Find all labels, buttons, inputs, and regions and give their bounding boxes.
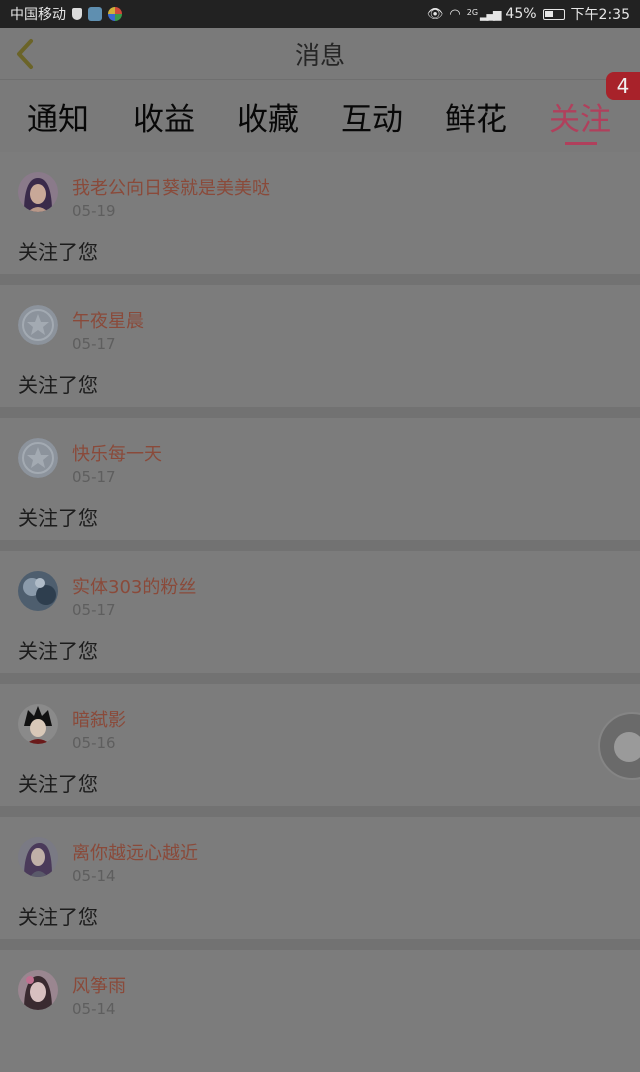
avatar[interactable] xyxy=(18,172,58,212)
tab-earnings[interactable]: 收益 xyxy=(120,94,208,139)
message-date: 05-14 xyxy=(72,867,116,885)
message-text: 关注了您 xyxy=(18,905,98,929)
divider xyxy=(0,540,640,551)
divider xyxy=(0,939,640,950)
status-bar: 中国移动 👁 ◠ 2G ▂▄▆ 45% 下午2:35 xyxy=(0,0,640,28)
tab-notifications[interactable]: 通知 xyxy=(14,94,102,139)
carrier-label: 中国移动 xyxy=(10,7,66,23)
list-item[interactable]: 暗弑影 05-16 关注了您 xyxy=(0,684,640,806)
app-icon xyxy=(108,7,122,21)
header: 消息 xyxy=(0,28,640,80)
message-date: 05-17 xyxy=(72,601,116,619)
avatar[interactable] xyxy=(18,305,58,345)
list-item[interactable]: 午夜星晨 05-17 关注了您 xyxy=(0,285,640,407)
divider xyxy=(0,806,640,817)
network-type-label: 2G xyxy=(466,8,479,17)
chevron-left-icon xyxy=(17,39,33,69)
list-item[interactable]: 实体303的粉丝 05-17 关注了您 xyxy=(0,551,640,673)
eye-icon: 👁 xyxy=(426,6,444,22)
avatar[interactable] xyxy=(18,571,58,611)
battery-icon xyxy=(542,8,565,20)
sender-name[interactable]: 暗弑影 xyxy=(72,706,126,732)
tab-follows[interactable]: 关注 xyxy=(536,94,624,139)
avatar[interactable] xyxy=(18,837,58,877)
app-icon xyxy=(88,7,102,21)
avatar[interactable] xyxy=(18,970,58,1010)
tab-flowers[interactable]: 鲜花 xyxy=(432,94,520,139)
tab-interactions[interactable]: 互动 xyxy=(328,94,416,139)
tab-bar: 通知 收益 收藏 互动 鲜花 关注 xyxy=(0,80,640,148)
divider xyxy=(0,274,640,285)
list-item[interactable]: 我老公向日葵就是美美哒 05-19 关注了您 xyxy=(0,152,640,274)
list-item[interactable]: 风筝雨 05-14 xyxy=(0,950,640,1072)
divider xyxy=(0,407,640,418)
page-title: 消息 xyxy=(294,40,345,70)
message-text: 关注了您 xyxy=(18,506,98,530)
list-item[interactable]: 离你越远心越近 05-14 关注了您 xyxy=(0,817,640,939)
message-date: 05-14 xyxy=(72,1000,116,1018)
avatar[interactable] xyxy=(18,438,58,478)
clock: 下午2:35 xyxy=(570,7,630,23)
message-date: 05-16 xyxy=(72,734,116,752)
message-date: 05-17 xyxy=(72,468,116,486)
notification-icon xyxy=(72,8,82,20)
message-date: 05-19 xyxy=(72,202,116,220)
assist-knob xyxy=(614,732,640,762)
unread-badge: 4 xyxy=(606,72,640,100)
message-date: 05-17 xyxy=(72,335,116,353)
message-text: 关注了您 xyxy=(18,639,98,663)
tab-favorites[interactable]: 收藏 xyxy=(224,94,312,139)
divider xyxy=(0,673,640,684)
signal-icon: ▂▄▆ xyxy=(480,7,501,21)
back-button[interactable] xyxy=(8,36,42,72)
active-tab-indicator xyxy=(565,142,597,145)
sender-name[interactable]: 风筝雨 xyxy=(72,972,126,998)
list-item[interactable]: 快乐每一天 05-17 关注了您 xyxy=(0,418,640,540)
avatar[interactable] xyxy=(18,704,58,744)
message-text: 关注了您 xyxy=(18,373,98,397)
sender-name[interactable]: 离你越远心越近 xyxy=(72,839,198,865)
message-text: 关注了您 xyxy=(18,772,98,796)
sender-name[interactable]: 快乐每一天 xyxy=(72,440,162,466)
sender-name[interactable]: 午夜星晨 xyxy=(72,307,144,333)
wifi-icon: ◠ xyxy=(449,6,461,22)
sender-name[interactable]: 实体303的粉丝 xyxy=(72,573,196,599)
battery-percent: 45% xyxy=(505,6,537,22)
message-text: 关注了您 xyxy=(18,240,98,264)
sender-name[interactable]: 我老公向日葵就是美美哒 xyxy=(72,174,270,200)
